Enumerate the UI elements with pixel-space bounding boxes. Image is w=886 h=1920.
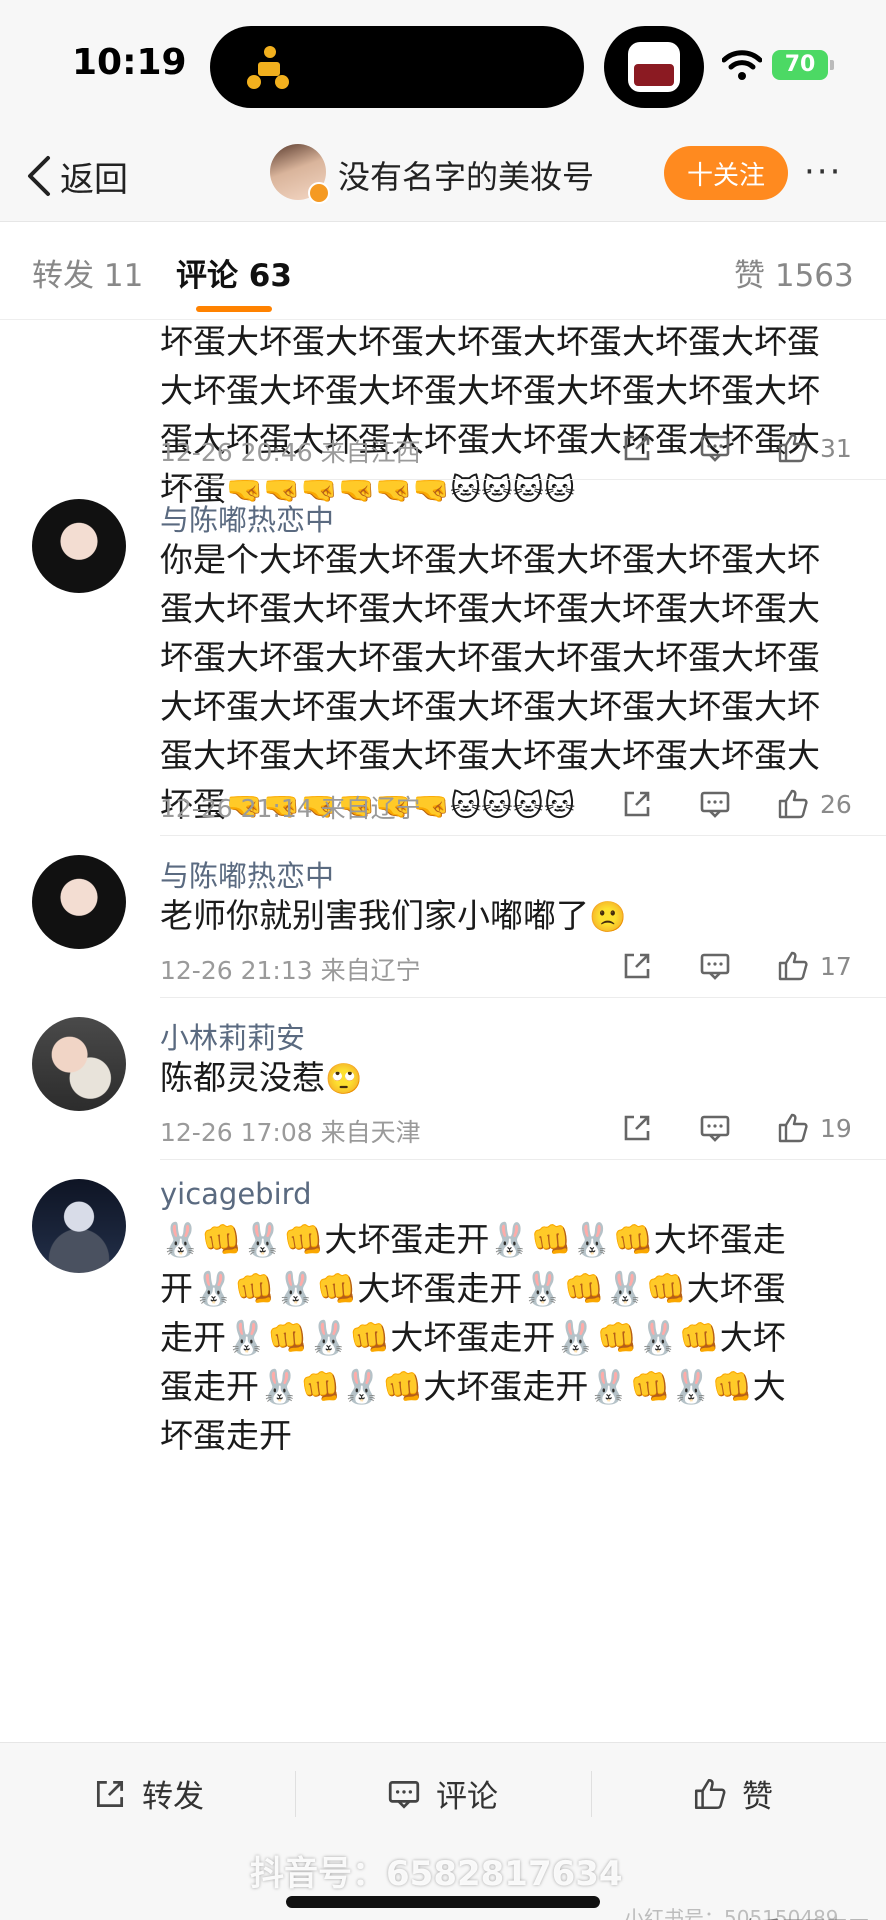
- like-count: 26: [820, 789, 852, 819]
- nav-bar: 返回 没有名字的美妆号 十关注 ···: [0, 130, 886, 222]
- like-icon[interactable]: [776, 431, 810, 465]
- share-icon: [96, 1780, 124, 1807]
- comment-icon[interactable]: [698, 787, 732, 821]
- divider: [160, 1159, 886, 1160]
- divider: [160, 835, 886, 836]
- bottom-action-bar: 转发 评论 赞: [0, 1742, 886, 1842]
- dynamic-island: [210, 26, 584, 108]
- avatar[interactable]: [32, 499, 126, 593]
- weibo-watermark: @晚香玉玉玉玉: [716, 1912, 870, 1920]
- emoji: 🙄: [325, 1062, 363, 1097]
- comment-actions: 26: [620, 787, 852, 821]
- share-icon[interactable]: [620, 787, 654, 821]
- comment-icon[interactable]: [698, 949, 732, 983]
- comment-actions: 31: [620, 431, 852, 465]
- like-count: 19: [820, 1113, 852, 1143]
- commenter-name[interactable]: yicagebird: [160, 1177, 311, 1211]
- comment-meta: 12-26 17:08 来自天津: [160, 1118, 421, 1147]
- battery-indicator: 70: [772, 50, 834, 80]
- commenter-name[interactable]: 小林莉莉安: [160, 1015, 305, 1057]
- douyin-watermark: 抖音号：6582817634: [250, 1854, 623, 1894]
- like-icon[interactable]: [776, 787, 810, 821]
- tab-comment[interactable]: 评论 63: [176, 250, 292, 295]
- tab-like[interactable]: 赞 1563: [734, 250, 854, 295]
- separator: [295, 1771, 296, 1817]
- share-icon[interactable]: [620, 431, 654, 465]
- avatar[interactable]: [32, 1017, 126, 1111]
- live-activity-pill: [604, 26, 704, 108]
- commenter-name[interactable]: 与陈嘟热恋中: [160, 497, 334, 539]
- like-count: 31: [820, 433, 852, 463]
- share-icon[interactable]: [620, 1111, 654, 1145]
- comment-text: 老师你就别害我们家小嘟嘟了🙁: [160, 896, 627, 935]
- author-avatar[interactable]: [270, 144, 330, 204]
- app-thumbnail-icon: [628, 42, 680, 92]
- share-icon[interactable]: [620, 949, 654, 983]
- footer: 抖音号：6582817634 小红书号：505150489 @晚香玉玉玉玉: [0, 1842, 886, 1920]
- comment-text: 陈都灵没惹🙄: [160, 1058, 363, 1097]
- comment-icon[interactable]: [698, 431, 732, 465]
- wifi-icon: [722, 50, 762, 80]
- avatar[interactable]: [32, 855, 126, 949]
- author-name[interactable]: 没有名字的美妆号: [338, 152, 594, 198]
- like-button[interactable]: 赞: [692, 1771, 773, 1816]
- divider: [160, 997, 886, 998]
- back-button[interactable]: 返回: [24, 148, 128, 204]
- comment-actions: 17: [620, 949, 852, 983]
- chevron-left-icon: [28, 156, 50, 196]
- follow-button[interactable]: 十关注: [664, 146, 788, 200]
- verified-badge-icon: [308, 182, 330, 204]
- status-bar: 10:19 70: [0, 0, 886, 130]
- active-tab-indicator: [196, 306, 272, 312]
- separator: [591, 1771, 592, 1817]
- tab-repost[interactable]: 转发 11: [32, 250, 143, 295]
- tab-bar: 转发 11 评论 63 赞 1563: [0, 222, 886, 320]
- comment-button[interactable]: 评论: [386, 1771, 498, 1816]
- comment-actions: 19: [620, 1111, 852, 1145]
- comment-meta: 12-26 21:14 来自辽宁: [160, 794, 421, 823]
- repost-button[interactable]: 转发: [92, 1771, 204, 1816]
- comment-text: 坏蛋大坏蛋大坏蛋大坏蛋大坏蛋大坏蛋大坏蛋 大坏蛋大坏蛋大坏蛋大坏蛋大坏蛋大坏蛋大…: [160, 322, 820, 508]
- like-icon[interactable]: [776, 1111, 810, 1145]
- avatar[interactable]: [32, 1179, 126, 1273]
- divider: [160, 479, 886, 480]
- comment-list[interactable]: 坏蛋大坏蛋大坏蛋大坏蛋大坏蛋大坏蛋大坏蛋 大坏蛋大坏蛋大坏蛋大坏蛋大坏蛋大坏蛋大…: [0, 321, 886, 1741]
- status-time: 10:19: [72, 42, 187, 83]
- weibo-comment-page: 10:19 70 返回 没有名字的美妆号 十关注 ··· 转发 11 评论 63…: [0, 0, 886, 1920]
- comment-meta: 12-26 21:13 来自辽宁: [160, 956, 421, 985]
- home-indicator[interactable]: [286, 1896, 600, 1908]
- more-options-button[interactable]: ···: [804, 152, 842, 192]
- comment-icon[interactable]: [698, 1111, 732, 1145]
- like-icon: [694, 1778, 726, 1809]
- emoji: 🙁: [589, 900, 627, 935]
- commenter-name[interactable]: 与陈嘟热恋中: [160, 853, 334, 895]
- delivery-scooter-icon: [247, 46, 289, 89]
- comment-meta: 12-26 20:46 来自江西: [160, 438, 421, 467]
- comment-icon: [388, 1780, 420, 1809]
- like-icon[interactable]: [776, 949, 810, 983]
- like-count: 17: [820, 951, 852, 981]
- back-label: 返回: [60, 159, 128, 200]
- comment-text: 🐰👊🐰👊大坏蛋走开🐰👊🐰👊大坏蛋走 开🐰👊🐰👊大坏蛋走开🐰👊🐰👊大坏蛋 走开🐰👊…: [160, 1220, 786, 1455]
